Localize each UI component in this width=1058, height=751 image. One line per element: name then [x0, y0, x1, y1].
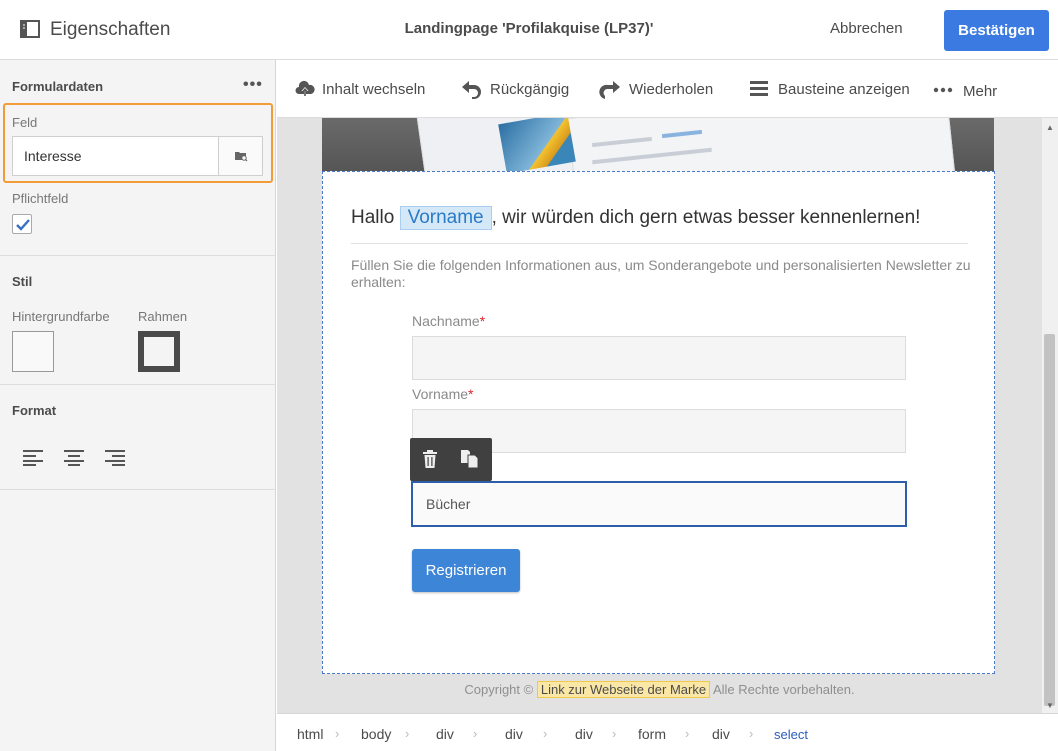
scrollbar-thumb[interactable]: [1044, 334, 1055, 706]
cancel-button[interactable]: Abbrechen: [830, 20, 903, 37]
divider: [0, 489, 276, 490]
field-label: Feld: [12, 115, 38, 130]
undo-button[interactable]: Rückgängig: [461, 79, 571, 101]
personalization-field[interactable]: Vorname: [399, 206, 492, 230]
page-footer: Copyright © Link zur Webseite der Marke …: [277, 681, 1042, 698]
breadcrumb-separator-icon: ›: [335, 726, 340, 741]
field-selector-group: Feld Interesse: [3, 103, 273, 183]
lastname-label-text: Nachname: [412, 313, 480, 329]
duplicate-icon[interactable]: [460, 449, 480, 469]
more-options-icon[interactable]: •••: [243, 76, 263, 94]
canvas-scrollbar[interactable]: ▲ ▼: [1042, 118, 1058, 713]
divider: [0, 384, 276, 385]
confirm-button[interactable]: Bestätigen: [944, 10, 1049, 51]
required-label: Pflichtfeld: [12, 191, 69, 206]
breadcrumb-separator-icon: ›: [685, 726, 690, 741]
field-input[interactable]: Interesse: [12, 136, 220, 176]
more-label: Mehr: [963, 83, 998, 100]
divider: [0, 255, 276, 256]
required-marker: *: [479, 313, 486, 329]
scroll-down-icon[interactable]: ▼: [1046, 701, 1054, 710]
breadcrumb-separator-icon: ›: [405, 726, 410, 741]
breadcrumb-item[interactable]: body: [361, 726, 391, 742]
lastname-label: Nachname*: [412, 313, 485, 329]
undo-icon: [462, 81, 481, 99]
hero-image: [322, 118, 994, 172]
editor-toolbar: Inhalt wechseln Rückgängig Wiederholen B…: [277, 60, 1058, 118]
breadcrumb-separator-icon: ›: [543, 726, 548, 741]
element-breadcrumb: html › body › div › div › div › form › d…: [277, 713, 1058, 751]
show-blocks-label: Bausteine anzeigen: [778, 81, 910, 98]
greeting-heading: Hallo Vorname, wir würden dich gern etwa…: [351, 206, 920, 230]
style-section-title: Stil: [12, 274, 33, 289]
breadcrumb-item[interactable]: form: [638, 726, 666, 742]
undo-label: Rückgängig: [490, 81, 570, 98]
border-style-swatch[interactable]: [138, 331, 180, 372]
required-checkbox[interactable]: [12, 214, 32, 234]
breadcrumb-item[interactable]: div: [505, 726, 523, 742]
format-section-title: Format: [12, 403, 57, 418]
background-color-swatch[interactable]: [12, 331, 54, 372]
checkmark-icon: [16, 219, 30, 231]
breadcrumb-item[interactable]: html: [297, 726, 323, 742]
align-right-icon[interactable]: [104, 448, 126, 466]
breadcrumb-separator-icon: ›: [749, 726, 754, 741]
field-picker-button[interactable]: [218, 136, 263, 176]
properties-panel: Formulardaten ••• Feld Interesse Pflicht…: [0, 60, 276, 751]
redo-label: Wiederholen: [629, 81, 714, 98]
breadcrumb-item-active[interactable]: select: [774, 727, 808, 742]
switch-content-label: Inhalt wechseln: [322, 81, 426, 98]
lastname-input[interactable]: [412, 336, 906, 380]
copyright-text: Copyright ©: [464, 682, 537, 697]
brand-website-link[interactable]: Link zur Webseite der Marke: [536, 681, 711, 698]
rights-text: Alle Rechte vorbehalten.: [710, 682, 855, 697]
firstname-label: Vorname*: [412, 386, 474, 402]
blocks-icon: [750, 81, 768, 96]
form-data-section-title: Formulardaten: [12, 79, 104, 94]
folder-search-icon: [235, 152, 248, 162]
redo-button[interactable]: Wiederholen: [599, 79, 719, 101]
breadcrumb-separator-icon: ›: [473, 726, 478, 741]
greeting-text-end: , wir würden dich gern etwas besser kenn…: [491, 207, 921, 228]
greeting-text-start: Hallo: [351, 207, 400, 228]
breadcrumb-item[interactable]: div: [436, 726, 454, 742]
required-marker: *: [468, 386, 474, 402]
scroll-up-icon[interactable]: ▲: [1046, 123, 1054, 132]
more-button[interactable]: Mehr: [933, 79, 1003, 101]
top-header: Eigenschaften Landingpage 'Profilakquise…: [0, 0, 1058, 60]
switch-content-button[interactable]: Inhalt wechseln: [295, 79, 435, 101]
form-block[interactable]: Hallo Vorname, wir würden dich gern etwa…: [322, 171, 995, 674]
trash-icon[interactable]: [421, 449, 439, 469]
border-label: Rahmen: [138, 309, 188, 324]
divider: [351, 243, 968, 244]
editor-canvas: Hallo Vorname, wir würden dich gern etwa…: [277, 118, 1042, 713]
element-context-toolbar: [410, 438, 492, 481]
breadcrumb-item[interactable]: div: [575, 726, 593, 742]
breadcrumb-item[interactable]: div: [712, 726, 730, 742]
redo-icon: [599, 81, 620, 99]
align-center-icon[interactable]: [63, 448, 85, 466]
more-icon: [933, 87, 953, 93]
align-left-icon[interactable]: [22, 448, 44, 466]
interest-select[interactable]: Bücher: [411, 481, 907, 527]
hero-image-sheet: [567, 118, 957, 172]
breadcrumb-separator-icon: ›: [612, 726, 617, 741]
border-swatch-inner: [144, 337, 174, 366]
cloud-upload-icon: [295, 80, 315, 96]
register-button[interactable]: Registrieren: [412, 549, 520, 592]
firstname-label-text: Vorname: [412, 386, 469, 402]
intro-text: Füllen Sie die folgenden Informationen a…: [351, 257, 971, 290]
bg-color-label: Hintergrundfarbe: [12, 309, 110, 324]
show-blocks-button[interactable]: Bausteine anzeigen: [749, 79, 910, 101]
